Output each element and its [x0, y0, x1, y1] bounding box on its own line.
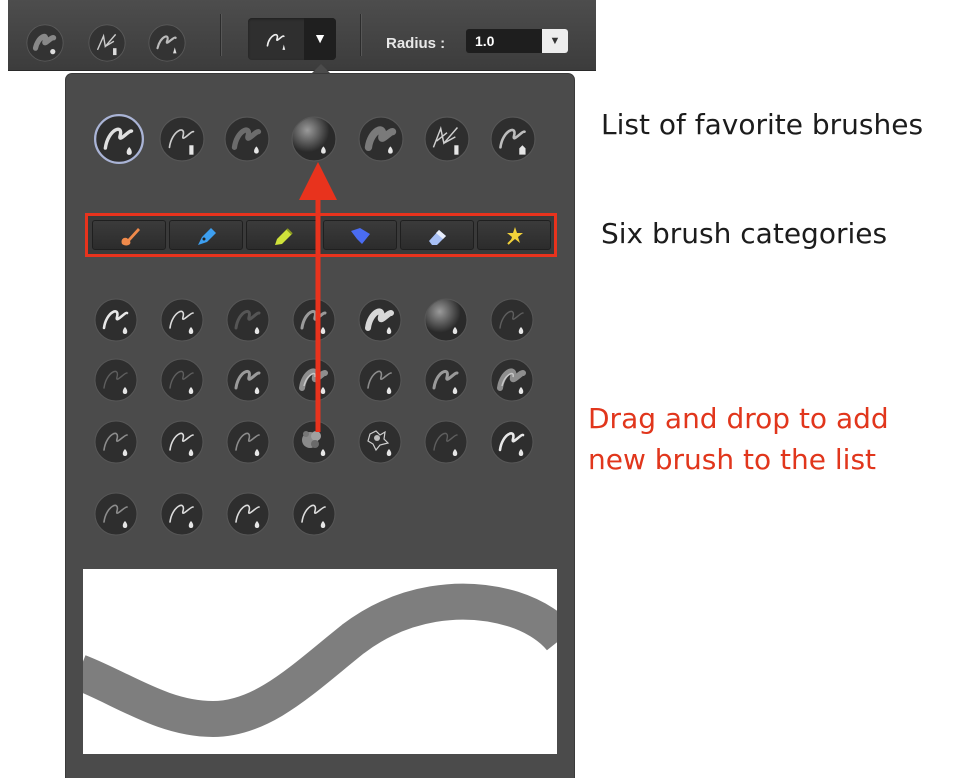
annotation-drag-line2: new brush to the list [588, 443, 877, 476]
annotation-categories: Six brush categories [601, 217, 888, 250]
annotation-favorites: List of favorite brushes [601, 108, 924, 141]
annotation-drag-line1: Drag and drop to add [588, 402, 889, 435]
